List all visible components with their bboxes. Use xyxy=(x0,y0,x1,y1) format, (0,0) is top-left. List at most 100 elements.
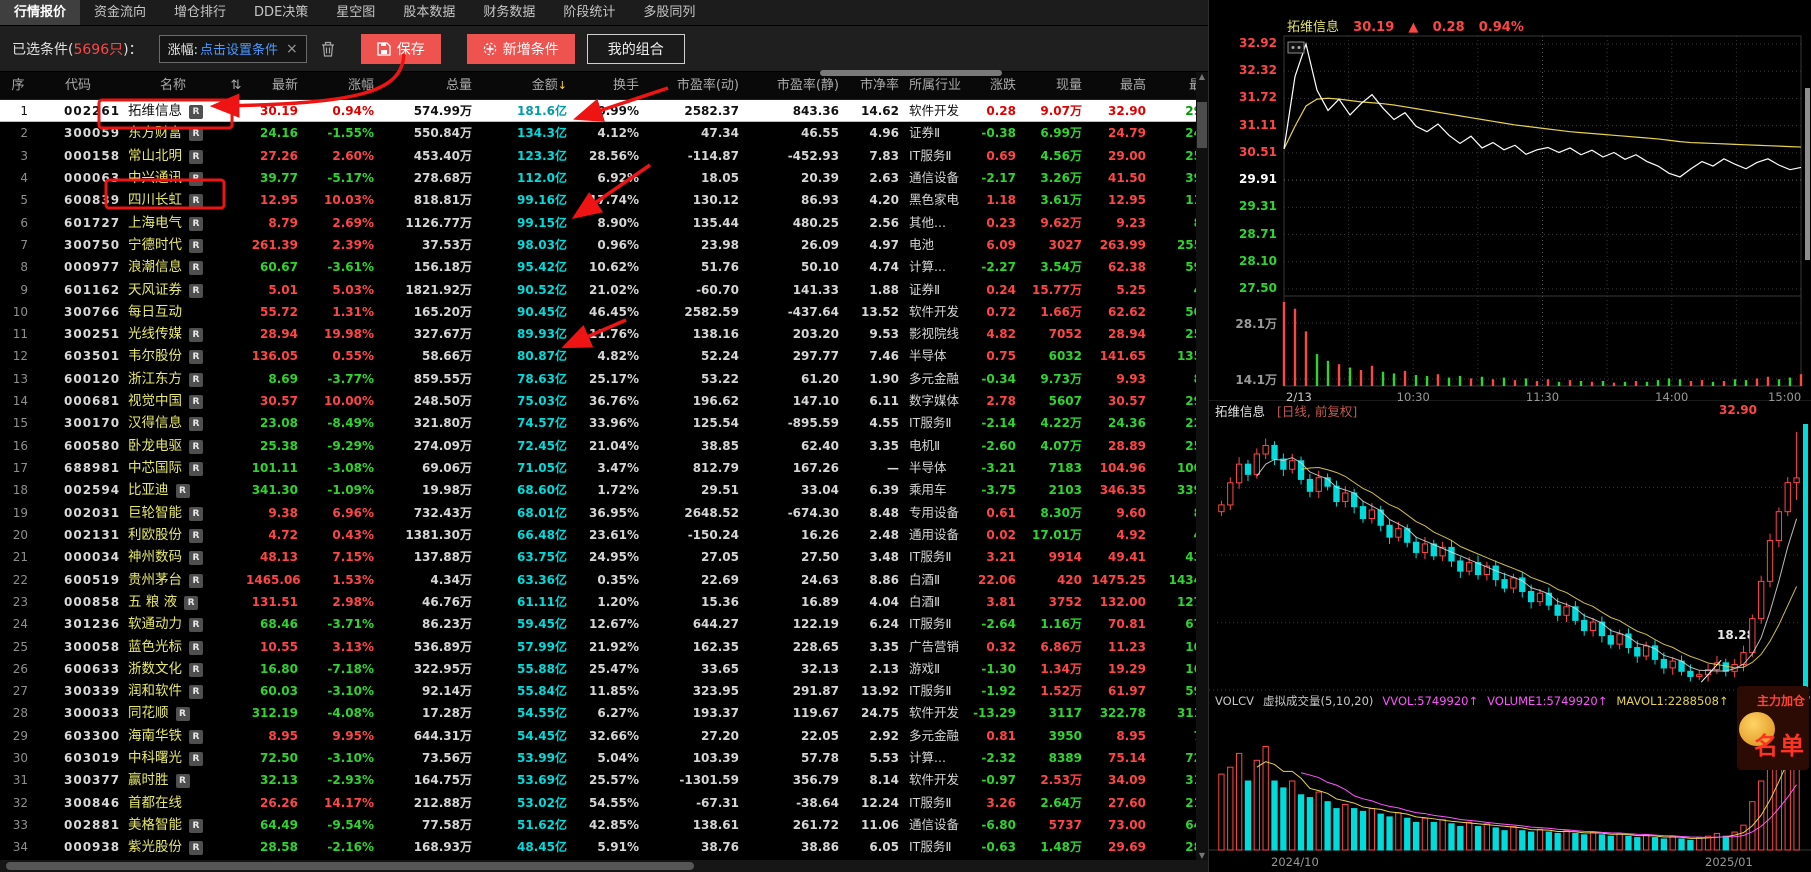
table-row[interactable]: 20 002131 利欧股份 R 4.72 0.43% 1381.30万 66.48亿 23.6… xyxy=(0,524,1208,546)
table-row[interactable]: 9 601162 天风证券 R 5.01 5.03% 1821.92万 90.52亿 21.02… xyxy=(0,279,1208,301)
table-row[interactable]: 12 603501 韦尔股份 R 136.05 0.55% 58.66万 80.87亿 4.82… xyxy=(0,345,1208,367)
table-row[interactable]: 33 002881 美格智能 R 64.49 -9.54% 77.58万 51.62亿 42.8… xyxy=(0,814,1208,836)
row-seq: 1 xyxy=(20,104,28,118)
cell: 16.80 xyxy=(260,661,298,676)
column-header[interactable]: 市盈率(动) xyxy=(645,72,745,100)
table-row[interactable]: 7 300750 宁德时代 R 261.39 2.39% 37.53万 98.03亿 0.96%… xyxy=(0,234,1208,256)
column-header[interactable]: 名称 xyxy=(120,72,226,100)
table-row[interactable]: 8 000977 浪潮信息 R 60.67 -3.61% 156.18万 95.42亿 10.6… xyxy=(0,256,1208,278)
table-row[interactable]: 1 002261 拓维信息 R 30.19 0.94% 574.99万 181.6亿 50.99… xyxy=(0,100,1208,123)
add-condition-button[interactable]: 新增条件 xyxy=(466,33,575,64)
column-header[interactable]: 最高 xyxy=(1088,72,1152,100)
table-row[interactable]: 32 300846 首都在线 26.26 14.17% 212.88万 53.02亿 54.5… xyxy=(0,792,1208,814)
row-seq: 27 xyxy=(12,684,28,699)
cell: 9.23 xyxy=(1116,215,1146,230)
promo-badge[interactable]: 主力加仓 名单 xyxy=(1737,686,1809,770)
minute-chart-scrollbar[interactable] xyxy=(1805,88,1810,260)
cell: 50.10 xyxy=(801,260,839,275)
trash-icon[interactable] xyxy=(321,41,335,57)
kline-chart[interactable] xyxy=(1209,400,1811,872)
table-row[interactable]: 10 300766 每日互动 55.72 1.31% 165.20万 90.45亿 46.45… xyxy=(0,301,1208,323)
table-row[interactable]: 17 688981 中芯国际 R 101.11 -3.08% 69.06万 71.05亿 3.4… xyxy=(0,457,1208,479)
tab-money-flow[interactable]: 资金流向 xyxy=(80,0,160,25)
tab-period-stats[interactable]: 阶段统计 xyxy=(549,0,629,25)
cell: 52.24 xyxy=(701,349,739,364)
table-row[interactable]: 5 600839 四川长虹 R 12.95 10.03% 818.81万 99.16亿 17.7… xyxy=(0,189,1208,211)
scroll-down-icon[interactable]: ▼ xyxy=(1196,851,1208,860)
column-header[interactable]: 序 xyxy=(0,72,36,100)
column-header[interactable]: 所属行业 xyxy=(905,72,967,100)
table-row[interactable]: 3 000158 常山北明 R 27.26 2.60% 453.40万 123.3亿 28.56… xyxy=(0,145,1208,167)
stock-name: 神州数码 R xyxy=(120,546,226,568)
cell: 3.48 xyxy=(869,550,899,565)
cell: 48.13 xyxy=(260,550,298,565)
table-row[interactable]: 26 600633 浙数文化 R 16.80 -7.18% 322.95万 55.88亿 25.… xyxy=(0,658,1208,680)
cell: 4.12% xyxy=(597,126,639,141)
minute-chart[interactable] xyxy=(1209,0,1811,400)
save-button[interactable]: 保存 xyxy=(360,33,441,64)
table-row[interactable]: 13 600120 浙江东方 R 8.69 -3.77% 859.55万 78.63亿 25.1… xyxy=(0,368,1208,390)
table-row[interactable]: 4 000063 中兴通讯 R 39.77 -5.17% 278.68万 112.0亿 6.92… xyxy=(0,167,1208,189)
header-scrollbar-thumb[interactable] xyxy=(820,70,1002,76)
column-header[interactable]: 市净率 xyxy=(845,72,905,100)
table-row[interactable]: 30 603019 中科曙光 R 72.50 -3.10% 73.56万 53.99亿 5.04… xyxy=(0,747,1208,769)
column-header[interactable]: 市盈率(静) xyxy=(745,72,845,100)
horizontal-scroll-thumb[interactable] xyxy=(6,862,694,870)
condition-chip[interactable]: 涨幅: 点击设置条件 × xyxy=(158,34,307,63)
tab-position-rank[interactable]: 增仓排行 xyxy=(160,0,240,25)
table-row[interactable]: 34 000938 紫光股份 R 28.58 -2.16% 168.93万 48.45亿 5.9… xyxy=(0,836,1208,858)
cell: 0.23 xyxy=(986,215,1016,230)
column-header[interactable]: 涨跌 xyxy=(967,72,1022,100)
column-header[interactable]: ⇅ xyxy=(226,72,246,100)
table-row[interactable]: 24 301236 软通动力 R 68.46 -3.71% 86.23万 59.45亿 12.6… xyxy=(0,613,1208,635)
cell: 5607 xyxy=(1048,394,1082,409)
table-row[interactable]: 19 002031 巨轮智能 R 9.38 6.96% 732.43万 68.01亿 36.95… xyxy=(0,502,1208,524)
table-row[interactable]: 23 000858 五 粮 液 R 131.51 2.98% 46.76万 61.11亿 1.2… xyxy=(0,591,1208,613)
column-header[interactable]: 涨幅 xyxy=(304,72,380,100)
cell: 103.39 xyxy=(692,751,739,766)
cell: 5.25 xyxy=(1116,282,1146,297)
cell: 38.86 xyxy=(801,840,839,855)
table-row[interactable]: 15 300170 汉得信息 R 23.08 -8.49% 321.80万 74.57亿 33.… xyxy=(0,412,1208,434)
my-portfolio-button[interactable]: 我的组合 xyxy=(586,33,685,64)
table-row[interactable]: 21 000034 神州数码 R 48.13 7.15% 137.88万 63.75亿 24.9… xyxy=(0,546,1208,568)
table-row[interactable]: 28 300033 同花顺 R 312.19 -4.08% 17.28万 54.55亿 6.27… xyxy=(0,702,1208,724)
column-header[interactable]: 最新 xyxy=(246,72,304,100)
cell: -0.34 xyxy=(981,371,1016,386)
table-row[interactable]: 14 000681 视觉中国 R 30.57 10.00% 248.50万 75.03亿 36.… xyxy=(0,390,1208,412)
column-header[interactable]: 换手 xyxy=(573,72,645,100)
column-header[interactable]: 代码 xyxy=(36,72,120,100)
column-header[interactable]: 总量 xyxy=(380,72,478,100)
tab-dde[interactable]: DDE决策 xyxy=(240,0,322,25)
table-row[interactable]: 22 600519 贵州茅台 R 1465.06 1.53% 4.34万 63.36亿 0.35… xyxy=(0,569,1208,591)
cell: 297.77 xyxy=(792,349,839,364)
tab-finance-data[interactable]: 财务数据 xyxy=(469,0,549,25)
chip-close-icon[interactable]: × xyxy=(286,41,298,57)
column-header[interactable]: 现量 xyxy=(1022,72,1088,100)
table-row[interactable]: 18 002594 比亚迪 R 341.30 -1.09% 19.98万 68.60亿 1.72… xyxy=(0,479,1208,501)
tab-star-map[interactable]: 星空图 xyxy=(322,0,389,25)
table-row[interactable]: 29 603300 海南华铁 R 8.95 9.95% 644.31万 54.45亿 32.66… xyxy=(0,725,1208,747)
tab-share-data[interactable]: 股本数据 xyxy=(389,0,469,25)
table-vertical-scrollbar[interactable]: ▲ ▼ xyxy=(1196,72,1208,860)
chip-action-link[interactable]: 点击设置条件 xyxy=(200,39,278,58)
table-row[interactable]: 6 601727 上海电气 R 8.79 2.69% 1126.77万 99.15亿 8.90%… xyxy=(0,212,1208,234)
cell: -1.30 xyxy=(981,661,1016,676)
cell: 0.28 xyxy=(986,104,1016,118)
table-row[interactable]: 16 600580 卧龙电驱 R 25.38 -9.29% 274.09万 72.45亿 21.… xyxy=(0,435,1208,457)
table-row[interactable]: 31 300377 赢时胜 R 32.13 -2.93% 164.75万 53.69亿 25.5… xyxy=(0,769,1208,791)
tab-quotes[interactable]: 行情报价 xyxy=(0,0,81,25)
margin-badge: R xyxy=(189,328,203,343)
vertical-scroll-thumb[interactable] xyxy=(1197,102,1207,148)
table-row[interactable]: 11 300251 光线传媒 R 28.94 19.98% 327.67万 89.93亿 11.… xyxy=(0,323,1208,345)
cell: 203.20 xyxy=(792,327,839,342)
table-row[interactable]: 25 300058 蓝色光标 R 10.55 3.13% 536.89万 57.99亿 21.9… xyxy=(0,636,1208,658)
tab-multi-stock[interactable]: 多股同列 xyxy=(629,0,709,25)
table-row[interactable]: 27 300339 润和软件 R 60.03 -3.10% 92.14万 55.84亿 11.8… xyxy=(0,680,1208,702)
table-horizontal-scrollbar[interactable] xyxy=(0,860,1208,872)
cell: 软件开发 xyxy=(909,772,960,788)
cell: 60.03 xyxy=(260,684,298,699)
scroll-up-icon[interactable]: ▲ xyxy=(1196,72,1208,81)
table-row[interactable]: 2 300059 东方财富 R 24.16 -1.55% 550.84万 134.3亿 4.12… xyxy=(0,122,1208,144)
column-header[interactable]: 金额↓ xyxy=(478,72,573,100)
